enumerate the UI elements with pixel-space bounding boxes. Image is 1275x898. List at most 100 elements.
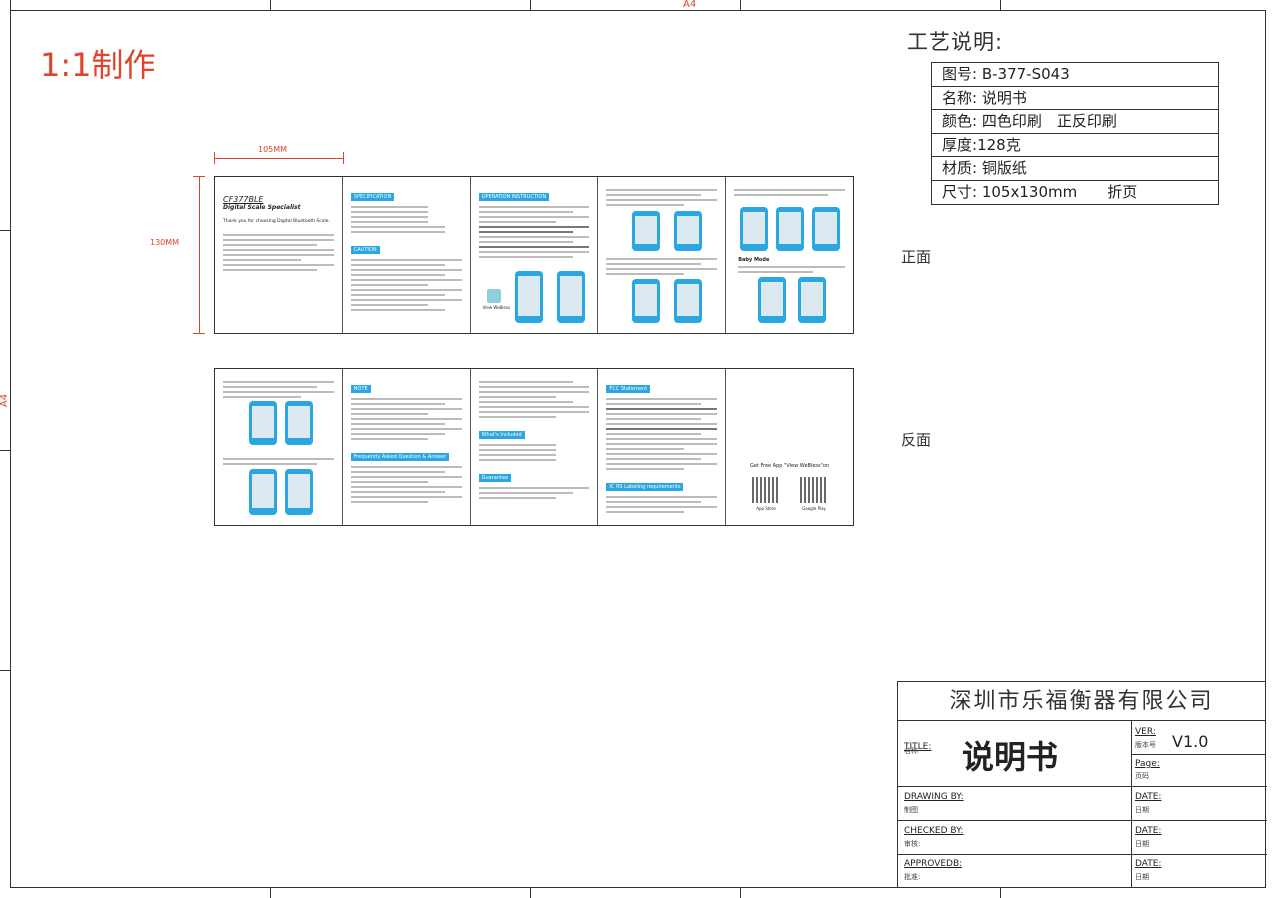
faq-header: Frequently Asked Question & Answer — [350, 453, 450, 461]
operation-text — [478, 206, 590, 258]
note-text — [350, 398, 462, 440]
phone-illustration — [632, 279, 661, 323]
brochure-back: NOTE Frequently Asked Question & Answer … — [214, 368, 854, 526]
model-name: CF377BLE — [223, 195, 264, 204]
a4-marker-left: A4 — [0, 393, 11, 408]
app-icon — [486, 289, 501, 303]
craft-title: 工艺说明: — [907, 30, 1004, 54]
frame-tick — [0, 230, 10, 231]
weighing-text — [223, 381, 334, 398]
phone-illustration — [249, 469, 277, 515]
frame-tick — [530, 0, 531, 10]
title-sub: 名称 — [904, 747, 918, 755]
ver-value: V1.0 — [1172, 732, 1209, 751]
frame-tick — [740, 0, 741, 10]
title-block-divider — [1131, 720, 1132, 888]
fcc-header: FCC Statement — [606, 385, 651, 393]
title-block-line — [898, 786, 1267, 787]
spec-value: B-377-S043 — [981, 65, 1070, 83]
front-panel-5: Baby Mode — [726, 177, 853, 333]
spec-value: 105x130mm 折页 — [981, 182, 1138, 201]
brochure-front: CF377BLE Digital Scale Specialist Thank … — [214, 176, 854, 334]
checked-date-label: DATE: — [1135, 826, 1162, 836]
checked-by-sub: 审核: — [904, 840, 921, 848]
spec-row-color: 颜色: 四色印刷 正反印刷 — [932, 110, 1218, 134]
measure-text — [606, 255, 718, 278]
phone-illustration — [285, 469, 313, 515]
operation-header: OPERATION INSTRUCTION — [478, 193, 550, 201]
back-side-label: 反面 — [901, 431, 932, 449]
phone-illustration — [758, 277, 787, 323]
phone-illustration — [632, 211, 661, 251]
frame-tick — [270, 888, 271, 898]
phone-illustration — [740, 207, 769, 251]
frame-tick — [10, 0, 11, 10]
back-panel-1 — [215, 369, 343, 525]
phone-illustration — [514, 271, 543, 323]
phone-illustration — [776, 207, 805, 251]
front-panel-1: CF377BLE Digital Scale Specialist Thank … — [215, 177, 343, 333]
page-label: Page: — [1135, 759, 1160, 769]
front-side-label: 正面 — [901, 248, 932, 266]
spec-value: 128克 — [977, 135, 1021, 154]
checked-by-label: CHECKED BY: — [904, 826, 964, 836]
caution-header: CAUTION — [350, 246, 380, 254]
page-sub: 页码 — [1135, 772, 1149, 780]
spec-label: 图号: — [942, 65, 978, 83]
spec-label: 颜色: — [942, 112, 978, 130]
approved-by-label: APPROVEDB: — [904, 859, 963, 869]
phone-illustration — [556, 271, 585, 323]
width-dimension-label: 105MM — [258, 145, 288, 154]
frame-tick — [270, 0, 271, 10]
frame-tick — [740, 888, 741, 898]
faq-text — [350, 466, 462, 503]
frame-tick — [1000, 888, 1001, 898]
qr-code-google-play — [800, 477, 827, 503]
title-block-line — [1132, 754, 1266, 755]
spec-row-size: 尺寸: 105x130mm 折页 — [932, 181, 1218, 205]
qr-code-app-store — [752, 477, 779, 503]
app-label: View WeBless — [482, 305, 511, 310]
guarantee-text — [478, 487, 590, 499]
back-panel-2: NOTE Frequently Asked Question & Answer — [343, 369, 471, 525]
spec-value: 四色印刷 正反印刷 — [981, 112, 1117, 130]
spec-label: 名称: — [942, 88, 978, 107]
back-panel-4: FCC Statement IC RS Labeling requirement… — [598, 369, 727, 525]
phone-illustration — [674, 279, 703, 323]
note-header: NOTE — [350, 385, 371, 393]
scale-note-text — [478, 381, 590, 418]
title-block-line — [898, 820, 1267, 821]
spec-value: 铜版纸 — [981, 159, 1027, 177]
guarantee-header: Guarantee — [478, 474, 512, 482]
save-data-text — [223, 455, 334, 468]
phone-illustration — [812, 207, 841, 251]
ic-header: IC RS Labeling requirements — [606, 483, 684, 491]
spec-label: 材质: — [942, 159, 978, 177]
frame-tick — [0, 670, 10, 671]
app-store-label: App Store — [756, 506, 776, 511]
phone-illustration — [674, 211, 703, 251]
spec-row-name: 名称: 说明书 — [932, 87, 1218, 110]
included-header: What's Included — [478, 431, 525, 439]
ic-text — [606, 496, 718, 513]
company-name: 深圳市乐福衡器有限公司 — [898, 682, 1265, 721]
specification-text — [350, 206, 462, 233]
craft-spec-table: 图号: B-377-S043 名称: 说明书 颜色: 四色印刷 正反印刷 厚度:… — [931, 62, 1219, 205]
thanks-text: Thank you for choosing Digital Bluetooth… — [223, 219, 330, 224]
scale-instruction: 1:1制作 — [40, 46, 156, 84]
model-subtitle: Digital Scale Specialist — [223, 204, 301, 211]
frame-tick — [0, 450, 10, 451]
ver-label: VER: — [1135, 727, 1156, 737]
spec-label: 尺寸: — [942, 182, 978, 201]
front-panel-4 — [598, 177, 727, 333]
checked-date-sub: 日期 — [1135, 840, 1149, 848]
drawing-date-label: DATE: — [1135, 792, 1162, 802]
drawing-date-sub: 日期 — [1135, 806, 1149, 814]
spec-row-drawing-no: 图号: B-377-S043 — [932, 63, 1218, 87]
ver-sub: 版本号 — [1135, 741, 1156, 749]
phone-illustration — [798, 277, 827, 323]
title-value: 说明书 — [962, 738, 1059, 776]
front-panel-2: SPECIFICATION CAUTION — [343, 177, 471, 333]
height-dimension-label: 130MM — [150, 238, 180, 247]
a4-marker-top: A4 — [683, 0, 697, 10]
